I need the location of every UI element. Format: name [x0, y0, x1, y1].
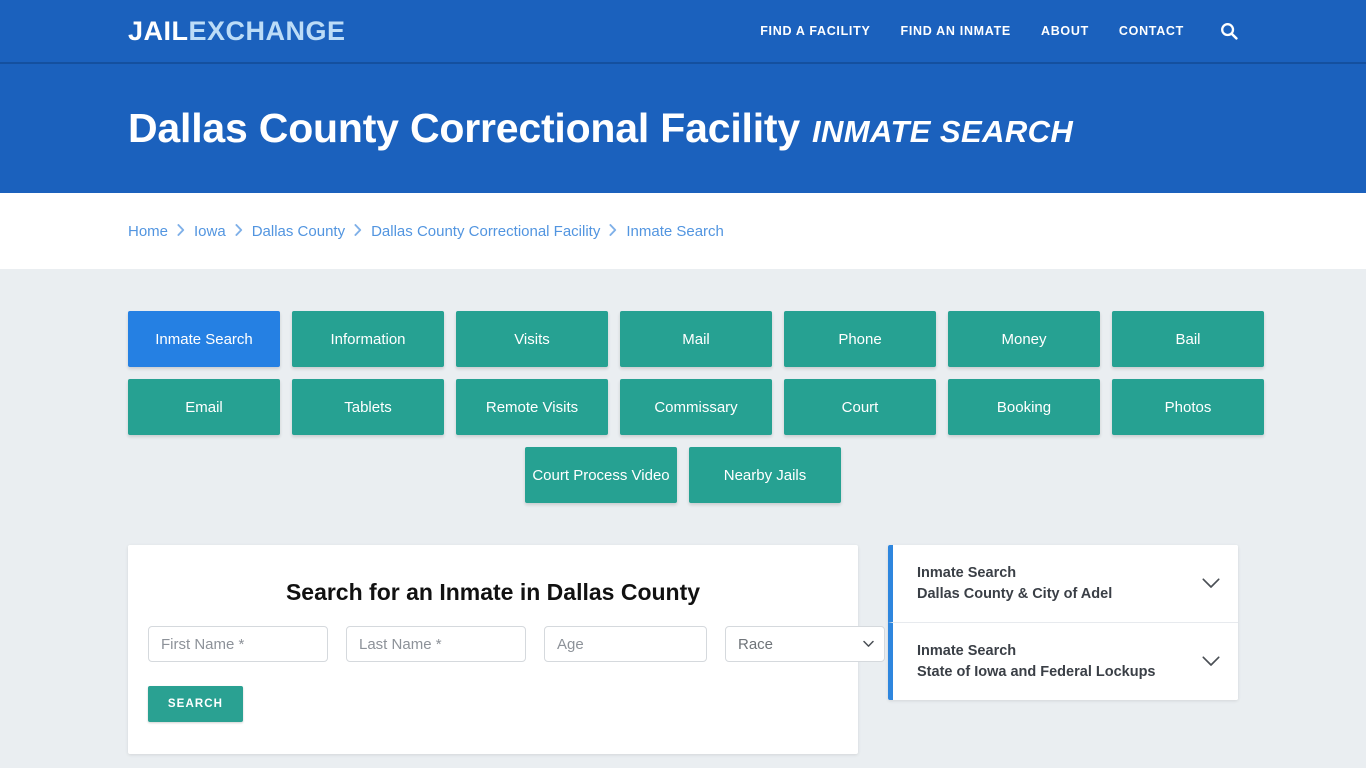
- tab-visits[interactable]: Visits: [456, 311, 608, 367]
- breadcrumb-item-inmate-search: Inmate Search: [626, 222, 724, 240]
- tab-row-3: Court Process Video Nearby Jails: [128, 447, 1238, 503]
- tab-court-process-video[interactable]: Court Process Video: [525, 447, 677, 503]
- tab-court[interactable]: Court: [784, 379, 936, 435]
- tab-remote-visits[interactable]: Remote Visits: [456, 379, 608, 435]
- search-button[interactable]: SEARCH: [148, 686, 243, 722]
- tab-photos[interactable]: Photos: [1112, 379, 1264, 435]
- breadcrumb-item-iowa[interactable]: Iowa: [194, 223, 226, 240]
- content-columns: Search for an Inmate in Dallas County Ra…: [128, 515, 1238, 768]
- tab-row-2: Email Tablets Remote Visits Commissary C…: [128, 379, 1264, 435]
- logo-text-jail: JAIL: [128, 15, 189, 46]
- nav-link-about[interactable]: ABOUT: [1041, 24, 1089, 38]
- tab-inmate-search[interactable]: Inmate Search: [128, 311, 280, 367]
- page-title: Dallas County Correctional Facility: [128, 105, 800, 151]
- left-column: Search for an Inmate in Dallas County Ra…: [128, 545, 885, 768]
- top-navigation-bar: JAILEXCHANGE FIND A FACILITY FIND AN INM…: [0, 0, 1366, 64]
- tab-bail[interactable]: Bail: [1112, 311, 1264, 367]
- tab-money[interactable]: Money: [948, 311, 1100, 367]
- facility-tab-grid: Inmate Search Information Visits Mail Ph…: [128, 270, 1264, 503]
- accordion-item-text: Inmate Search State of Iowa and Federal …: [917, 641, 1192, 682]
- primary-nav-links: FIND A FACILITY FIND AN INMATE ABOUT CON…: [760, 22, 1238, 40]
- chevron-right-icon: [354, 224, 362, 236]
- nav-link-find-an-inmate[interactable]: FIND AN INMATE: [900, 24, 1010, 38]
- accordion-subtitle: State of Iowa and Federal Lockups: [917, 663, 1156, 680]
- accordion-title: Inmate Search: [917, 565, 1017, 581]
- site-logo[interactable]: JAILEXCHANGE: [128, 15, 346, 46]
- search-form-heading: Search for an Inmate in Dallas County: [285, 579, 701, 605]
- chevron-down-icon[interactable]: [1202, 656, 1220, 667]
- accordion-item-dallas-county[interactable]: Inmate Search Dallas County & City of Ad…: [888, 545, 1238, 623]
- tab-phone[interactable]: Phone: [784, 311, 936, 367]
- accordion-item-text: Inmate Search Dallas County & City of Ad…: [917, 563, 1192, 604]
- chevron-right-icon: [177, 224, 185, 236]
- nav-link-find-a-facility[interactable]: FIND A FACILITY: [760, 24, 870, 38]
- last-name-input[interactable]: [346, 626, 526, 662]
- tab-tablets[interactable]: Tablets: [292, 379, 444, 435]
- chevron-down-icon[interactable]: [1202, 578, 1220, 589]
- tab-commissary[interactable]: Commissary: [620, 379, 772, 435]
- tab-email[interactable]: Email: [128, 379, 280, 435]
- page-subtitle: INMATE SEARCH: [811, 114, 1074, 149]
- inmate-search-card: Search for an Inmate in Dallas County Ra…: [128, 545, 885, 754]
- inmate-search-accordion: Inmate Search Dallas County & City of Ad…: [888, 545, 1238, 701]
- tab-booking[interactable]: Booking: [948, 379, 1100, 435]
- tab-mail[interactable]: Mail: [620, 311, 772, 367]
- right-column: Inmate Search Dallas County & City of Ad…: [888, 545, 1238, 701]
- accordion-item-state-of-iowa[interactable]: Inmate Search State of Iowa and Federal …: [888, 622, 1238, 701]
- breadcrumb-item-home[interactable]: Home: [128, 223, 168, 240]
- breadcrumb-item-dallas-county[interactable]: Dallas County: [252, 223, 345, 240]
- page-banner: Dallas County Correctional Facility INMA…: [0, 64, 1366, 193]
- search-icon[interactable]: [1220, 22, 1238, 40]
- accordion-subtitle: Dallas County & City of Adel: [917, 585, 1113, 602]
- breadcrumb: Home Iowa Dallas County Dallas County Co…: [128, 223, 724, 240]
- search-form-fields: Race: [148, 626, 885, 662]
- tab-nearby-jails[interactable]: Nearby Jails: [689, 447, 841, 503]
- accordion-title: Inmate Search: [917, 643, 1017, 660]
- age-input[interactable]: [544, 626, 707, 662]
- first-name-input[interactable]: [148, 626, 328, 662]
- banner-inner: Dallas County Correctional Facility INMA…: [128, 105, 1073, 152]
- race-select[interactable]: Race: [725, 626, 885, 662]
- nav-link-contact[interactable]: CONTACT: [1119, 24, 1184, 38]
- race-select-wrapper: Race: [725, 626, 885, 662]
- chevron-right-icon: [609, 224, 617, 236]
- chevron-right-icon: [235, 224, 243, 236]
- breadcrumb-item-facility[interactable]: Dallas County Correctional Facility: [371, 223, 600, 240]
- tab-information[interactable]: Information: [292, 311, 444, 367]
- logo-text-exchange: EXCHANGE: [188, 15, 346, 46]
- main-content: Inmate Search Information Visits Mail Ph…: [0, 269, 1366, 768]
- tab-row-1: Inmate Search Information Visits Mail Ph…: [128, 311, 1264, 367]
- breadcrumb-bar: Home Iowa Dallas County Dallas County Co…: [0, 193, 1366, 269]
